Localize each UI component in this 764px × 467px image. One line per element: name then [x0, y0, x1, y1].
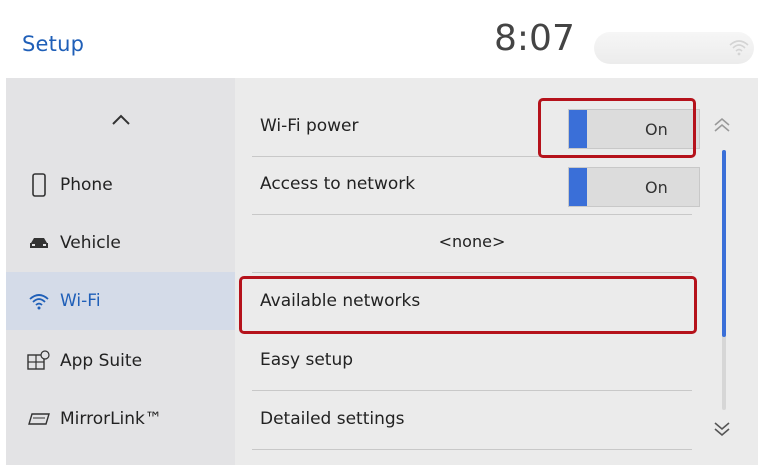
page-title: Setup [22, 32, 85, 56]
sidebar-item-mirrorlink[interactable]: MirrorLink™ [6, 390, 235, 448]
row-label: Easy setup [260, 350, 354, 370]
row-label: Access to network [260, 174, 416, 194]
sidebar: Phone Vehicle Wi-Fi App Suite MirrorLink… [6, 78, 235, 465]
scroll-down-button[interactable] [708, 414, 736, 442]
network-value: <none> [438, 232, 506, 251]
row-easy-setup[interactable]: Easy setup [252, 332, 692, 391]
highlight-available-networks [239, 276, 697, 334]
clock: 8:07 [494, 18, 575, 59]
sidebar-item-wifi[interactable]: Wi-Fi [6, 272, 235, 330]
sidebar-item-label: Wi-Fi [60, 291, 101, 311]
car-icon [26, 231, 52, 255]
row-access-to-network[interactable]: Access to network On [252, 156, 700, 215]
double-chevron-down-icon [714, 422, 730, 437]
toggle-state: On [645, 178, 668, 197]
sidebar-scroll-up-button[interactable] [6, 92, 235, 148]
highlight-wifi-power [538, 98, 696, 158]
row-label: Wi-Fi power [260, 116, 359, 136]
sidebar-item-label: Phone [60, 175, 113, 195]
sidebar-item-phone[interactable]: Phone [6, 156, 235, 214]
phone-icon [26, 173, 52, 197]
row-detailed-settings[interactable]: Detailed settings [252, 391, 692, 450]
chevron-up-icon [111, 114, 130, 125]
app-suite-icon [26, 349, 52, 373]
sidebar-item-label: MirrorLink™ [60, 409, 162, 429]
row-label: Detailed settings [260, 409, 405, 429]
sidebar-item-label: Vehicle [60, 233, 121, 253]
mirrorlink-icon [26, 407, 52, 431]
toggle-indicator [569, 168, 587, 206]
settings-list: Wi-Fi power On Access to network On <non… [235, 78, 758, 465]
sidebar-item-app-suite[interactable]: App Suite [6, 332, 235, 390]
top-bar: Setup 8:07 [6, 8, 758, 79]
access-to-network-toggle[interactable]: On [568, 167, 700, 207]
wifi-icon [729, 40, 749, 56]
wifi-icon [26, 289, 52, 313]
scroll-up-button[interactable] [708, 112, 736, 140]
double-chevron-up-icon [714, 117, 730, 132]
row-network-name: <none> [252, 214, 692, 273]
sidebar-item-vehicle[interactable]: Vehicle [6, 214, 235, 272]
screen-frame: Setup 8:07 Phone Vehicle Wi-Fi App Suite… [6, 8, 758, 465]
sidebar-item-label: App Suite [60, 351, 143, 371]
scrollbar-thumb[interactable] [722, 150, 726, 337]
